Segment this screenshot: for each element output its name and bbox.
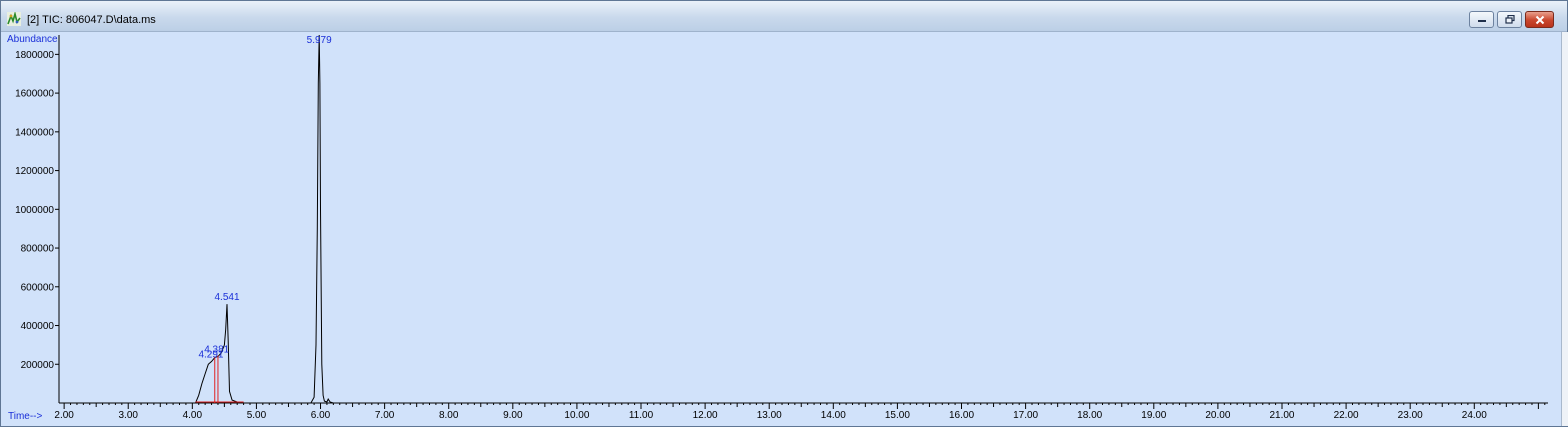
y-tick-label: 1600000 xyxy=(15,89,54,100)
y-tick-label: 400000 xyxy=(21,321,55,332)
x-axis-label: Time--> xyxy=(8,411,43,422)
x-tick-label: 24.00 xyxy=(1462,410,1487,421)
x-tick-label: 22.00 xyxy=(1334,410,1359,421)
window-title: [2] TIC: 806047.D\data.ms xyxy=(27,14,156,26)
minimize-icon xyxy=(1477,19,1486,22)
x-tick-label: 5.00 xyxy=(247,410,267,421)
y-tick-label: 1800000 xyxy=(15,50,54,61)
x-tick-label: 9.00 xyxy=(503,410,523,421)
y-tick-label: 1000000 xyxy=(15,205,54,216)
peak-label: 4.541 xyxy=(214,292,239,303)
x-tick-label: 16.00 xyxy=(949,410,974,421)
x-tick-label: 15.00 xyxy=(885,410,910,421)
restore-icon xyxy=(1504,15,1515,24)
x-tick-label: 11.00 xyxy=(629,410,654,421)
x-tick-label: 4.00 xyxy=(183,410,203,421)
x-tick-label: 14.00 xyxy=(821,410,846,421)
x-tick-label: 13.00 xyxy=(757,410,782,421)
y-axis-label: Abundance xyxy=(7,34,58,45)
x-tick-label: 21.00 xyxy=(1269,410,1294,421)
x-tick-label: 12.00 xyxy=(693,410,718,421)
y-tick-label: 600000 xyxy=(21,282,55,293)
x-tick-label: 20.00 xyxy=(1205,410,1230,421)
chromatogram-chart[interactable]: 200000 400000 600000 800000 1000000 1200000 14… xyxy=(0,31,1560,425)
x-tick-label: 23.00 xyxy=(1398,410,1423,421)
x-tick-label: 18.00 xyxy=(1077,410,1102,421)
y-tick-label: 1200000 xyxy=(15,166,54,177)
x-tick-label: 10.00 xyxy=(564,410,589,421)
tic-trace-line xyxy=(59,34,1548,404)
x-tick-label: 2.00 xyxy=(54,410,74,421)
x-tick-label: 7.00 xyxy=(375,410,395,421)
y-tick-label: 800000 xyxy=(21,244,55,255)
close-icon xyxy=(1535,15,1544,24)
y-tick-label: 200000 xyxy=(21,360,55,371)
window-titlebar[interactable]: [2] TIC: 806047.D\data.ms xyxy=(1,1,1567,32)
x-tick-label: 6.00 xyxy=(311,410,331,421)
minimize-button[interactable] xyxy=(1469,11,1494,28)
restore-button[interactable] xyxy=(1497,11,1522,28)
x-tick-label: 3.00 xyxy=(118,410,138,421)
x-tick-label: 17.00 xyxy=(1013,410,1038,421)
window-right-edge xyxy=(1561,32,1568,426)
x-tick-label: 8.00 xyxy=(439,410,459,421)
y-tick-label: 1400000 xyxy=(15,127,54,138)
peak-label: 4.381 xyxy=(204,345,229,356)
close-button[interactable] xyxy=(1525,11,1554,28)
x-tick-label: 19.00 xyxy=(1141,410,1166,421)
peak-label: 5.979 xyxy=(307,35,332,46)
chromatogram-app-icon xyxy=(7,10,21,26)
